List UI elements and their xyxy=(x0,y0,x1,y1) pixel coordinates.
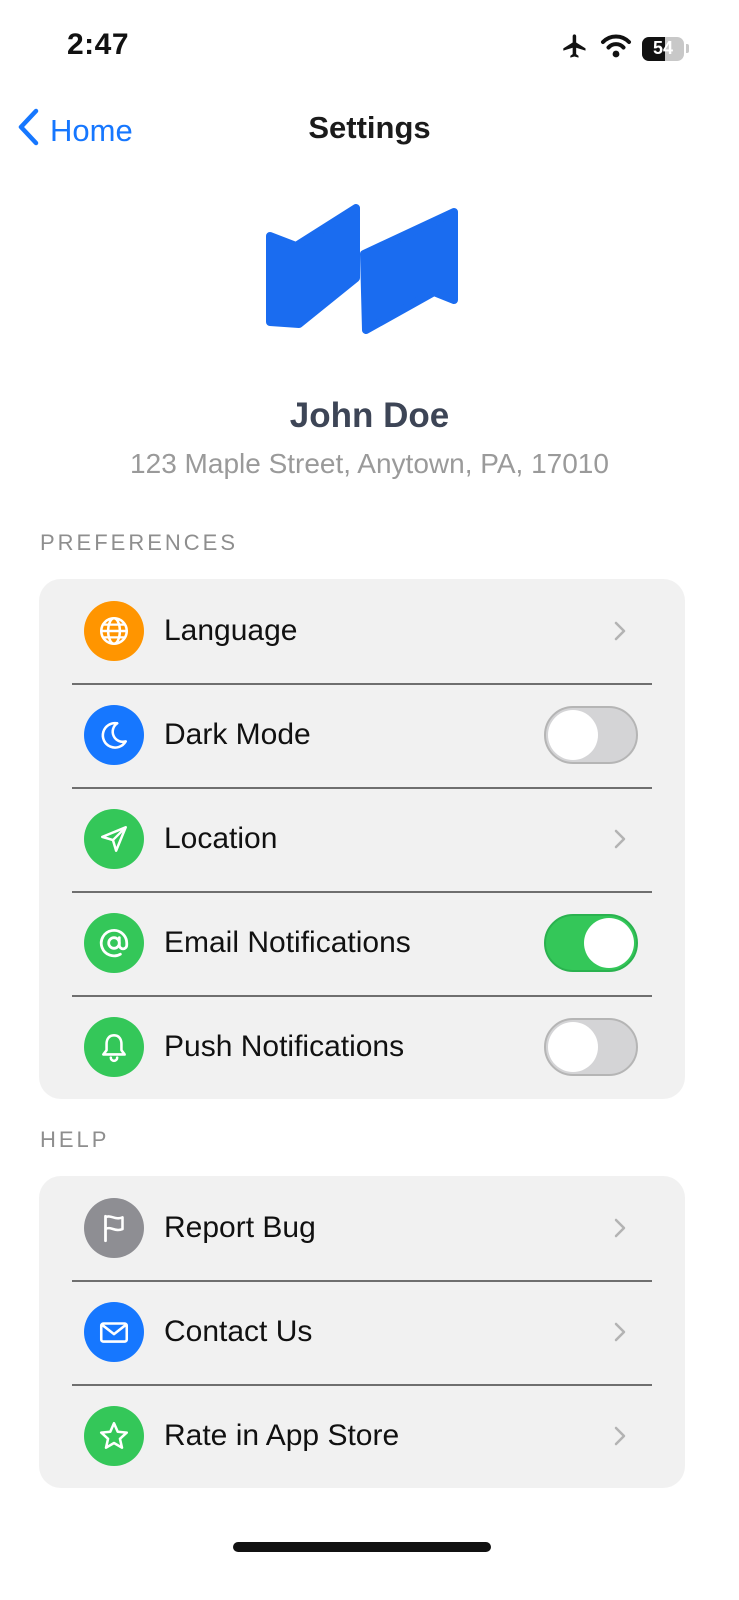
row-email-notifications: Email Notifications xyxy=(39,891,685,995)
row-report-bug[interactable]: Report Bug xyxy=(39,1176,685,1280)
airplane-icon xyxy=(560,32,590,65)
bell-icon xyxy=(84,1017,144,1077)
home-indicator xyxy=(233,1542,491,1552)
row-label: Dark Mode xyxy=(164,718,311,751)
row-location[interactable]: Location xyxy=(39,787,685,891)
wifi-icon xyxy=(600,33,632,64)
row-label: Location xyxy=(164,822,278,855)
chevron-right-icon xyxy=(614,621,626,641)
help-group: Report Bug Contact Us Rate in App Store xyxy=(39,1176,685,1488)
globe-icon xyxy=(84,601,144,661)
toggle-knob xyxy=(584,918,634,968)
row-language[interactable]: Language xyxy=(39,579,685,683)
push-notifications-toggle[interactable] xyxy=(544,1018,638,1076)
status-time: 2:47 xyxy=(67,28,130,61)
row-label: Contact Us xyxy=(164,1315,313,1348)
status-icons: 54 xyxy=(560,32,689,65)
chevron-right-icon xyxy=(614,829,626,849)
dark-mode-toggle[interactable] xyxy=(544,706,638,764)
row-label: Rate in App Store xyxy=(164,1419,400,1452)
battery-cap xyxy=(686,44,689,53)
flag-icon xyxy=(84,1198,144,1258)
chevron-right-icon xyxy=(614,1426,626,1446)
row-push-notifications: Push Notifications xyxy=(39,995,685,1099)
at-sign-icon xyxy=(84,913,144,973)
chevron-right-icon xyxy=(614,1322,626,1342)
star-icon xyxy=(84,1406,144,1466)
row-rate-in-app-store[interactable]: Rate in App Store xyxy=(39,1384,685,1488)
row-label: Report Bug xyxy=(164,1211,316,1244)
toggle-knob xyxy=(548,710,598,760)
row-label: Language xyxy=(164,614,298,647)
navigation-bar: Home Settings xyxy=(0,92,739,164)
envelope-icon xyxy=(84,1302,144,1362)
status-bar: 2:47 54 xyxy=(0,0,739,92)
moon-icon xyxy=(84,705,144,765)
profile-name: John Doe xyxy=(289,396,450,435)
location-arrow-icon xyxy=(84,809,144,869)
chevron-right-icon xyxy=(614,1218,626,1238)
app-logo xyxy=(264,202,460,336)
email-notifications-toggle[interactable] xyxy=(544,914,638,972)
preferences-group: Language Dark Mode Location Email Notifi… xyxy=(39,579,685,1099)
toggle-knob xyxy=(548,1022,598,1072)
row-contact-us[interactable]: Contact Us xyxy=(39,1280,685,1384)
row-dark-mode: Dark Mode xyxy=(39,683,685,787)
battery-icon: 54 xyxy=(642,36,684,61)
page-title: Settings xyxy=(308,110,431,145)
battery-level: 54 xyxy=(652,37,674,58)
row-label: Push Notifications xyxy=(164,1030,405,1063)
row-label: Email Notifications xyxy=(164,926,411,959)
section-header-help: HELP xyxy=(40,1127,110,1152)
profile-address: 123 Maple Street, Anytown, PA, 17010 xyxy=(130,448,609,479)
section-header-preferences: PREFERENCES xyxy=(40,530,239,555)
